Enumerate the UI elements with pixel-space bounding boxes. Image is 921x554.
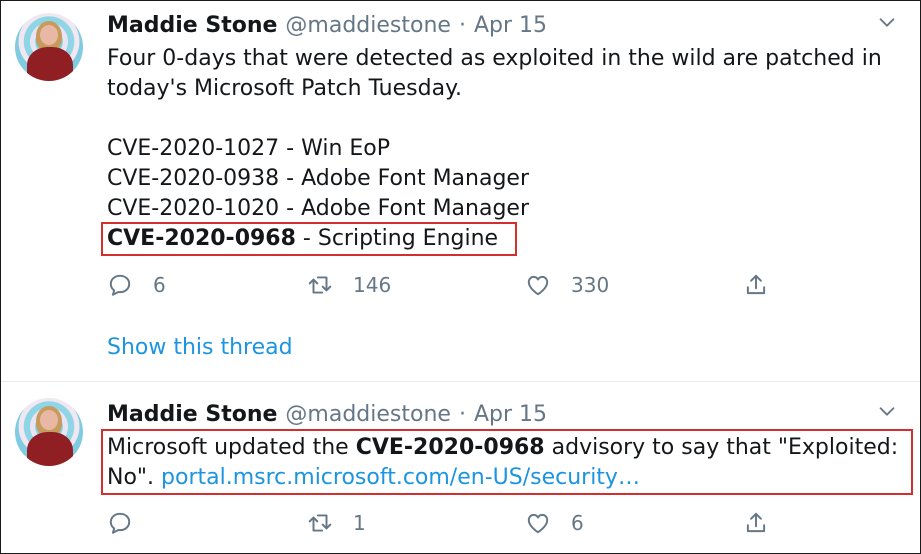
chevron-down-icon[interactable]	[876, 11, 898, 33]
text-post: advisory to say that "Exploited:	[544, 435, 899, 460]
avatar[interactable]	[15, 398, 83, 466]
text-line: today's Microsoft Patch Tuesday.	[107, 76, 462, 101]
share-button[interactable]	[743, 270, 769, 300]
advisory-link[interactable]: portal.msrc.microsoft.com/en-US/security…	[161, 465, 640, 490]
tweet-1[interactable]: Maddie Stone @maddiestone · Apr 15 Four …	[1, 1, 920, 381]
header-separator: ·	[458, 401, 466, 427]
author-name[interactable]: Maddie Stone	[107, 402, 277, 427]
author-handle[interactable]: @maddiestone	[285, 402, 451, 427]
cve-bold: CVE-2020-0968	[107, 226, 296, 251]
tweet-date[interactable]: Apr 15	[474, 402, 547, 427]
highlighted-line: CVE-2020-0968 - Scripting Engine	[107, 224, 907, 254]
retweet-count: 146	[353, 273, 392, 297]
text-pre: Microsoft updated the	[107, 435, 356, 460]
tweet-text: Four 0-days that were detected as exploi…	[107, 44, 907, 254]
heart-icon	[527, 275, 549, 296]
cve-bold: CVE-2020-0968	[355, 435, 545, 460]
text-line: Four 0-days that were detected as exploi…	[107, 46, 882, 71]
author-name[interactable]: Maddie Stone	[107, 13, 277, 38]
tweet-actions: 6 146 330	[107, 270, 787, 300]
tweet-text: Microsoft updated the CVE-2020-0968 advi…	[107, 433, 907, 493]
like-button[interactable]: 330	[525, 270, 609, 300]
author-handle[interactable]: @maddiestone	[285, 13, 451, 38]
like-button[interactable]: 6	[525, 508, 584, 538]
text-line: CVE-2020-1027 - Win EoP	[107, 136, 391, 161]
tweet-2[interactable]: Maddie Stone @maddiestone · Apr 15 Micro…	[1, 382, 920, 553]
text-line: Microsoft updated the CVE-2020-0968 advi…	[107, 433, 907, 463]
text-line: CVE-2020-0938 - Adobe Font Manager	[107, 166, 529, 191]
text-line2: No".	[107, 465, 162, 490]
tweet-timeline: Maddie Stone @maddiestone · Apr 15 Four …	[0, 0, 921, 554]
retweet-icon	[308, 514, 332, 532]
like-count: 330	[571, 273, 610, 297]
tweet-actions: 1 6	[107, 508, 787, 538]
retweet-icon	[308, 276, 332, 294]
header-separator: ·	[458, 12, 466, 38]
avatar-face	[40, 410, 58, 430]
avatar-dress	[27, 432, 73, 466]
chevron-down-icon[interactable]	[876, 400, 898, 422]
reply-icon	[109, 512, 131, 534]
retweet-button[interactable]: 1	[307, 508, 366, 538]
reply-button[interactable]: 6	[107, 270, 166, 300]
heart-icon	[527, 513, 549, 534]
avatar[interactable]	[15, 13, 83, 81]
avatar-face	[40, 25, 58, 45]
reply-count: 6	[153, 273, 166, 297]
share-button[interactable]	[743, 508, 769, 538]
like-count: 6	[571, 511, 584, 535]
reply-button[interactable]	[107, 508, 133, 538]
cve-description: - Scripting Engine	[295, 226, 499, 251]
text-line: CVE-2020-1020 - Adobe Font Manager	[107, 196, 529, 221]
show-thread-link[interactable]: Show this thread	[107, 333, 293, 363]
reply-icon	[109, 274, 131, 296]
retweet-button[interactable]: 146	[307, 270, 391, 300]
tweet-header: Maddie Stone @maddiestone · Apr 15	[107, 399, 547, 429]
text-line: No". portal.msrc.microsoft.com/en-US/sec…	[107, 463, 907, 493]
tweet-date[interactable]: Apr 15	[474, 13, 547, 38]
retweet-count: 1	[353, 511, 366, 535]
share-icon	[746, 512, 766, 533]
tweet-header: Maddie Stone @maddiestone · Apr 15	[107, 10, 547, 40]
avatar-dress	[27, 47, 73, 81]
share-icon	[746, 274, 766, 295]
